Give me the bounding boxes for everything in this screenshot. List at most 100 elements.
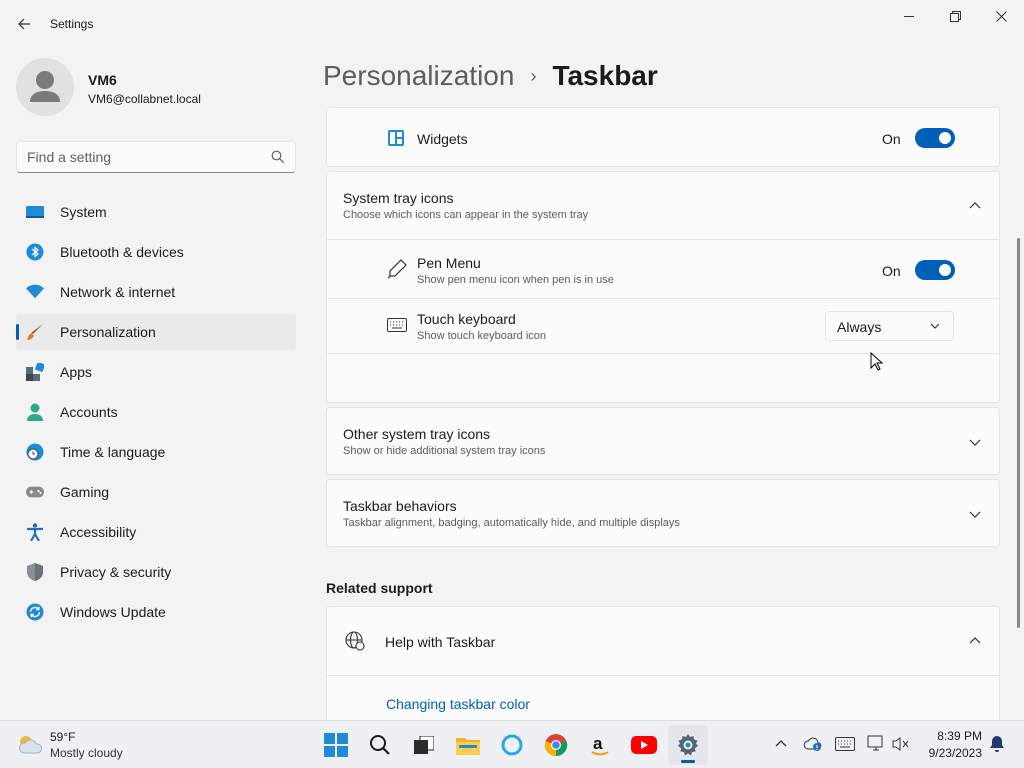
windows-logo-icon bbox=[324, 733, 348, 757]
chrome-icon bbox=[544, 734, 568, 757]
sidebar-item-label: Accounts bbox=[60, 404, 118, 420]
amazon-button[interactable]: a bbox=[580, 725, 620, 765]
other-tray-subtitle: Show or hide additional system tray icon… bbox=[343, 445, 546, 457]
taskbar-behaviors-card[interactable]: Taskbar behaviors Taskbar alignment, bad… bbox=[326, 479, 1000, 547]
onedrive-tray-icon[interactable] bbox=[802, 733, 824, 755]
amazon-icon: a bbox=[591, 734, 609, 756]
mouse-cursor-icon bbox=[870, 352, 884, 371]
network-monitor-icon bbox=[867, 735, 883, 751]
widgets-icon bbox=[388, 130, 404, 146]
touch-keyboard-title: Touch keyboard bbox=[417, 311, 516, 327]
sidebar-item-accessibility[interactable]: Accessibility bbox=[16, 514, 296, 550]
touch-keyboard-dropdown[interactable]: Always bbox=[825, 311, 954, 341]
person-icon bbox=[30, 71, 60, 102]
sidebar-item-network[interactable]: Network & internet bbox=[16, 274, 296, 310]
accessibility-icon bbox=[26, 523, 44, 541]
sidebar-item-label: System bbox=[60, 204, 107, 220]
clock-date[interactable]: 9/23/2023 bbox=[920, 746, 982, 760]
cortana-button[interactable] bbox=[492, 725, 532, 765]
chevron-down-icon[interactable] bbox=[967, 434, 983, 450]
start-button[interactable] bbox=[316, 725, 356, 765]
breadcrumb-parent[interactable]: Personalization bbox=[323, 60, 514, 92]
minimize-icon bbox=[903, 15, 914, 17]
system-tray-title: System tray icons bbox=[343, 190, 454, 206]
settings-app-button[interactable] bbox=[668, 725, 708, 765]
chevron-down-icon[interactable] bbox=[967, 506, 983, 522]
scrollbar-thumb[interactable] bbox=[1017, 238, 1020, 628]
taskbar-search-button[interactable] bbox=[360, 725, 400, 765]
back-button[interactable] bbox=[10, 11, 38, 37]
widgets-toggle-state: On bbox=[882, 131, 901, 147]
sidebar-item-label: Gaming bbox=[60, 484, 110, 500]
system-tray-subtitle: Choose which icons can appear in the sys… bbox=[343, 209, 589, 221]
sidebar-item-apps[interactable]: Apps bbox=[16, 354, 296, 390]
sidebar-item-system[interactable]: System bbox=[16, 194, 296, 230]
widgets-title: Widgets bbox=[417, 131, 468, 147]
show-hidden-icons-button[interactable] bbox=[770, 733, 792, 755]
sidebar-item-label: Time & language bbox=[60, 444, 166, 460]
sidebar-item-personalization[interactable]: Personalization bbox=[16, 314, 296, 350]
chevron-up-icon[interactable] bbox=[967, 198, 983, 214]
svg-text:a: a bbox=[593, 734, 603, 753]
minimize-button[interactable] bbox=[886, 0, 932, 32]
sidebar-item-gaming[interactable]: Gaming bbox=[16, 474, 296, 510]
accounts-icon bbox=[26, 403, 44, 421]
weather-cloudy-icon[interactable] bbox=[16, 733, 44, 755]
touch-keyboard-tray-icon[interactable] bbox=[834, 733, 856, 755]
task-view-button[interactable] bbox=[404, 725, 444, 765]
chevron-up-icon[interactable] bbox=[967, 633, 983, 649]
system-tray-header[interactable]: System tray icons Choose which icons can… bbox=[327, 172, 999, 239]
active-app-indicator bbox=[681, 760, 695, 763]
sidebar-item-privacy[interactable]: Privacy & security bbox=[16, 554, 296, 590]
sidebar-item-time-language[interactable]: Time & language bbox=[16, 434, 296, 470]
pen-menu-toggle[interactable] bbox=[915, 260, 955, 280]
sidebar-item-windows-update[interactable]: Windows Update bbox=[16, 594, 296, 630]
pen-menu-subtitle: Show pen menu icon when pen is in use bbox=[417, 274, 614, 286]
notifications-button[interactable] bbox=[986, 733, 1008, 755]
breadcrumb-separator: › bbox=[530, 65, 537, 86]
task-view-icon bbox=[414, 736, 434, 754]
weather-temperature[interactable]: 59°F bbox=[50, 730, 75, 744]
sidebar-item-bluetooth[interactable]: Bluetooth & devices bbox=[16, 234, 296, 270]
close-icon bbox=[995, 10, 1007, 22]
youtube-button[interactable] bbox=[624, 725, 664, 765]
volume-tray-icon[interactable] bbox=[890, 733, 912, 755]
system-tray-spacer bbox=[327, 353, 999, 403]
clock-time[interactable]: 8:39 PM bbox=[930, 729, 982, 743]
taskbar: 59°F Mostly cloudy a 8:39 PM 9/23/2023 bbox=[0, 720, 1024, 768]
search-box[interactable] bbox=[16, 141, 296, 173]
file-explorer-button[interactable] bbox=[448, 725, 488, 765]
globe-clock-icon bbox=[26, 443, 44, 461]
chrome-button[interactable] bbox=[536, 725, 576, 765]
help-header[interactable]: Help with Taskbar bbox=[327, 607, 999, 675]
page-title: Taskbar bbox=[552, 60, 658, 91]
restore-button[interactable] bbox=[932, 0, 978, 32]
search-icon[interactable] bbox=[271, 150, 285, 164]
sidebar-item-label: Accessibility bbox=[60, 524, 137, 540]
avatar[interactable] bbox=[16, 58, 74, 116]
pen-menu-toggle-state: On bbox=[882, 263, 901, 279]
update-icon bbox=[26, 603, 44, 621]
sidebar-item-label: Windows Update bbox=[60, 604, 166, 620]
behaviors-title: Taskbar behaviors bbox=[343, 498, 457, 514]
settings-gear-icon bbox=[678, 734, 698, 756]
youtube-icon bbox=[631, 736, 657, 754]
widgets-toggle[interactable] bbox=[915, 128, 955, 148]
pen-icon bbox=[387, 259, 407, 279]
changing-taskbar-color-link[interactable]: Changing taskbar color bbox=[386, 696, 530, 712]
widgets-card: Widgets On bbox=[326, 107, 1000, 167]
other-tray-title: Other system tray icons bbox=[343, 426, 491, 442]
system-icon bbox=[26, 203, 44, 221]
search-input[interactable] bbox=[17, 142, 263, 172]
user-name: VM6 bbox=[88, 72, 117, 88]
sidebar-item-accounts[interactable]: Accounts bbox=[16, 394, 296, 430]
globe-help-icon bbox=[345, 631, 365, 651]
weather-description[interactable]: Mostly cloudy bbox=[50, 746, 123, 760]
network-tray-icon[interactable] bbox=[866, 733, 888, 755]
touch-keyboard-dropdown-value: Always bbox=[837, 319, 882, 335]
close-button[interactable] bbox=[978, 0, 1024, 32]
bluetooth-icon bbox=[26, 243, 44, 261]
other-tray-card[interactable]: Other system tray icons Show or hide add… bbox=[326, 407, 1000, 475]
help-card: Help with Taskbar Changing taskbar color bbox=[326, 606, 1000, 720]
help-links: Changing taskbar color bbox=[327, 675, 999, 721]
